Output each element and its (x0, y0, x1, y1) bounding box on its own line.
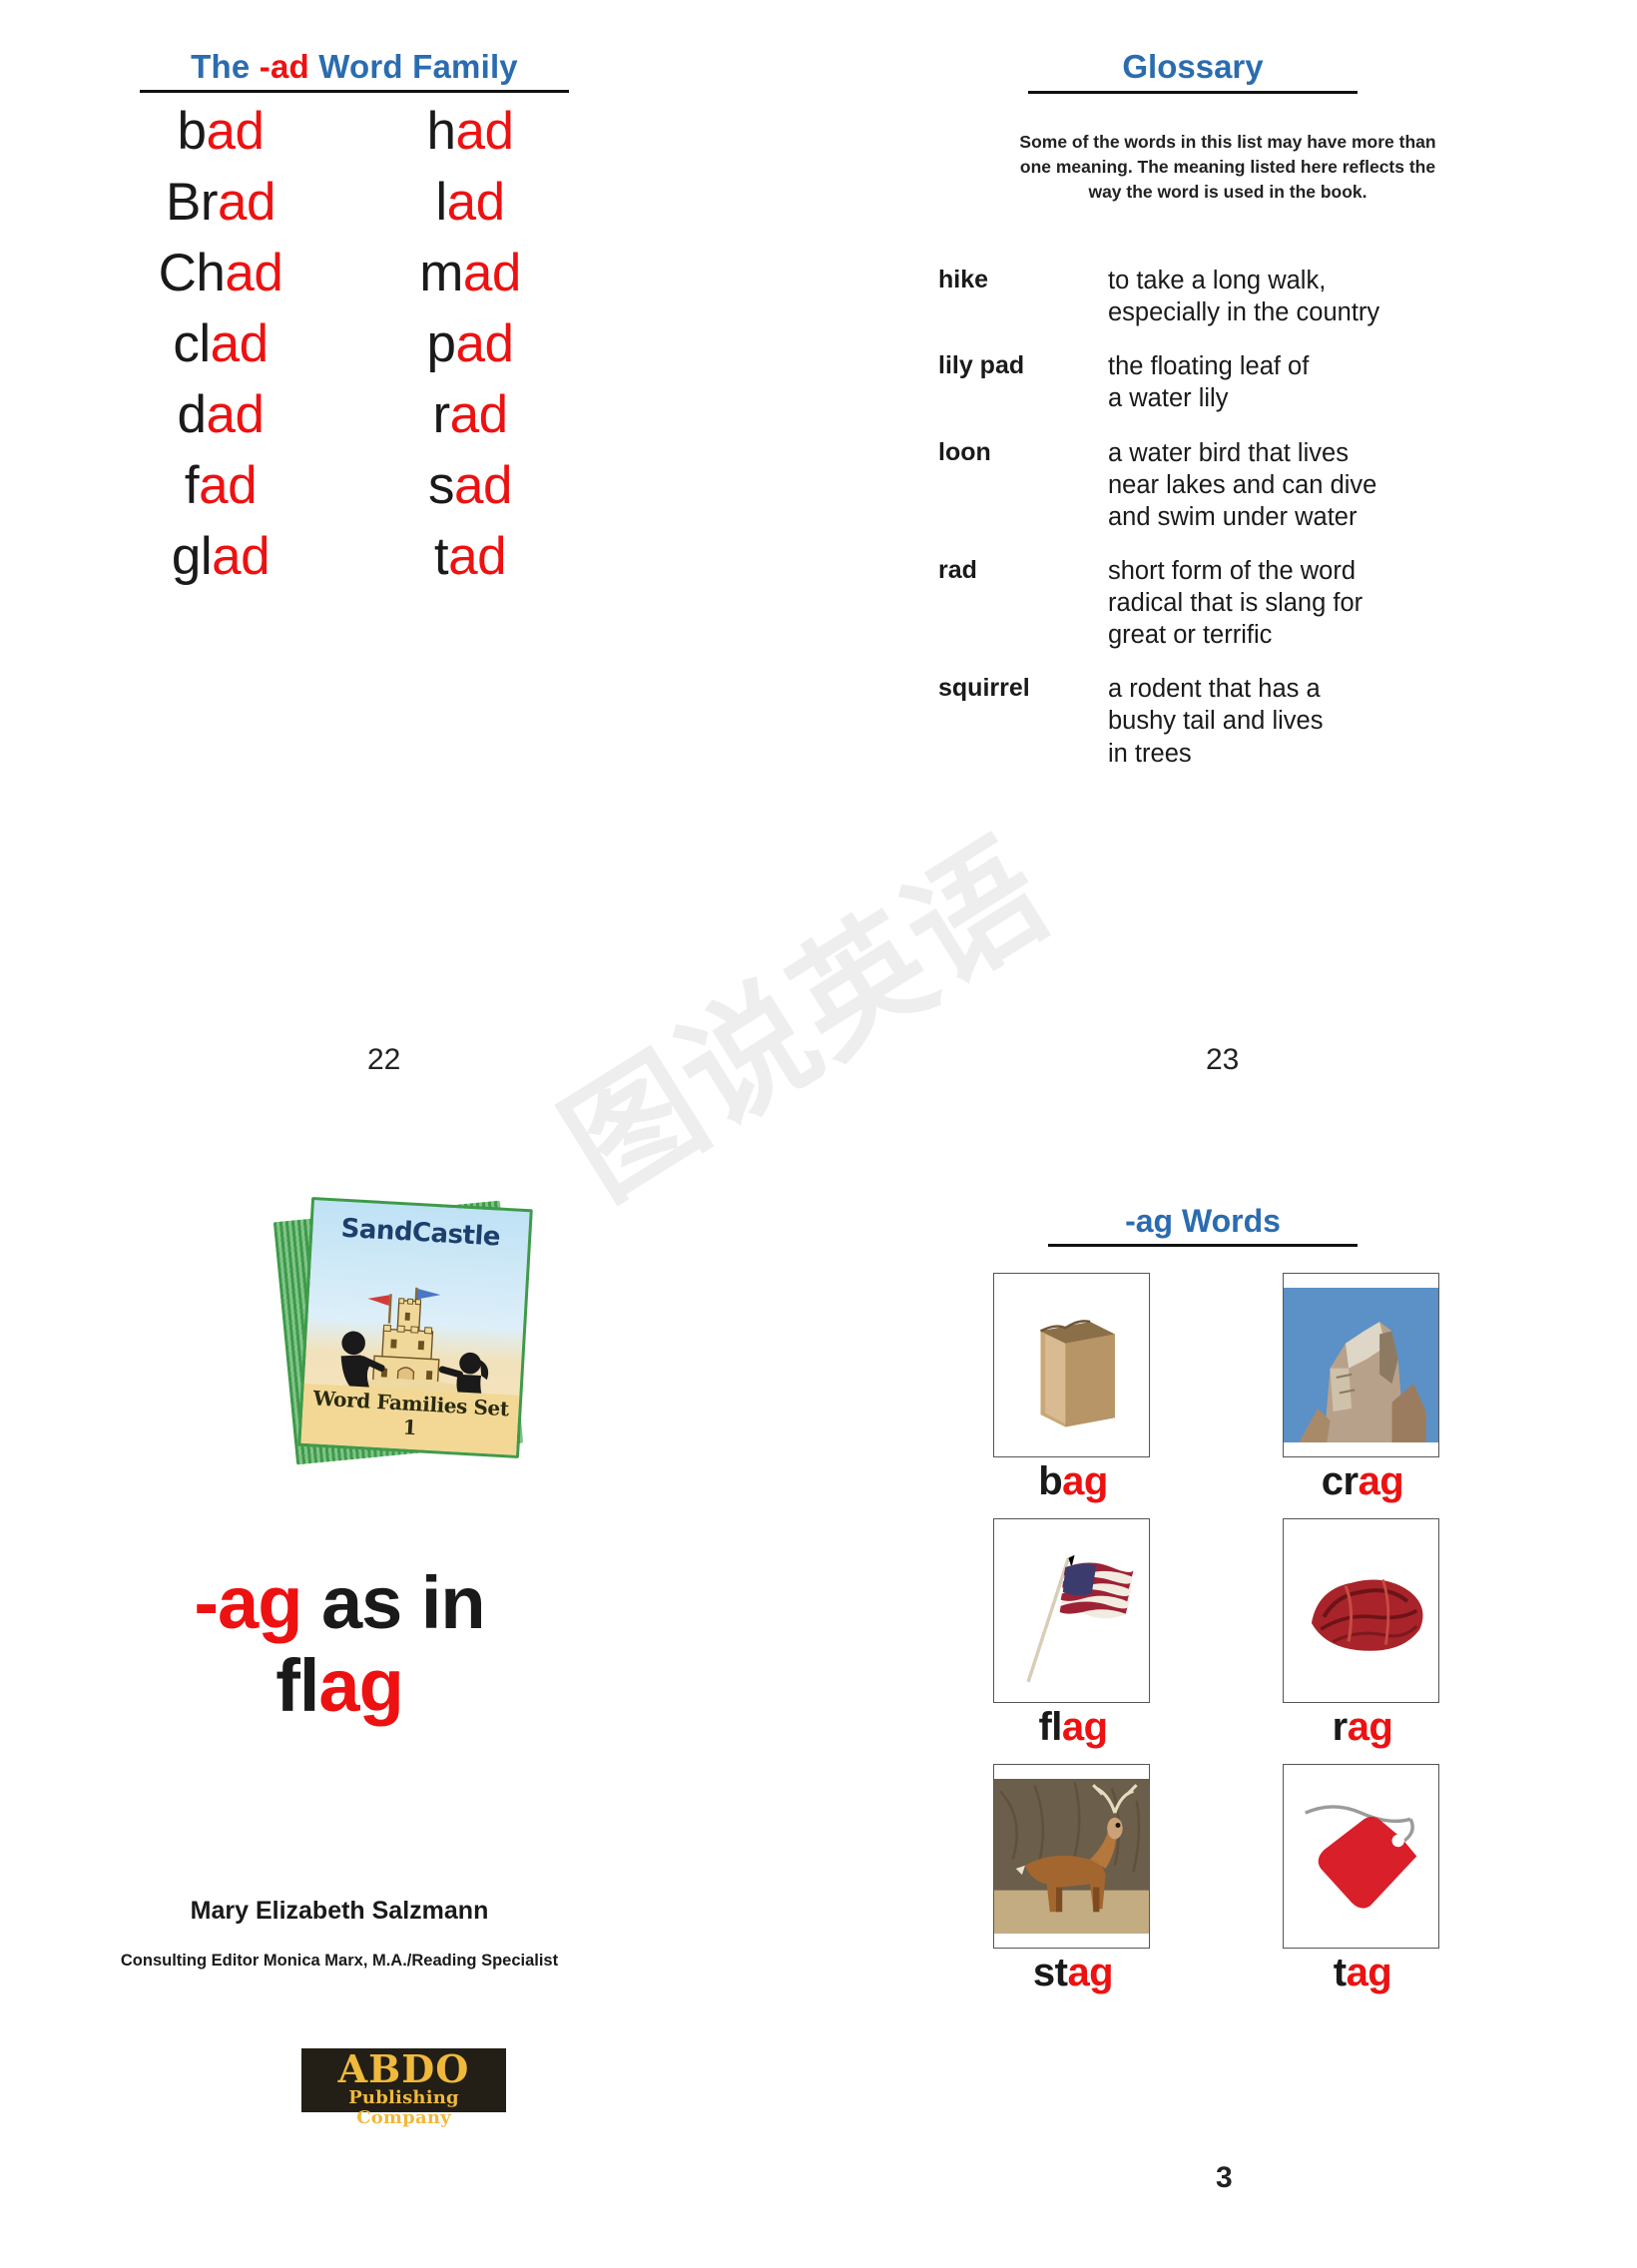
ad-word-Chad: Chad (158, 244, 283, 302)
ag-words-row: flag rag (993, 1517, 1442, 1750)
glossary-term: loon (938, 437, 991, 466)
cover-front-face: SandCastle Word Families Set 1 (297, 1196, 533, 1459)
ad-word-had: had (426, 102, 514, 161)
glossary-entry: loon a water bird that lives near lakes a… (938, 437, 1477, 533)
glossary-definition: a water bird that lives near lakes and c… (1108, 438, 1377, 531)
page-number-23: 23 (1206, 1043, 1240, 1076)
ad-word-family-title: The -ad Word Family (140, 48, 569, 93)
ag-word-label: crag (1321, 1459, 1404, 1503)
ad-word-clad: clad (173, 314, 269, 373)
glossary-title-text: Glossary (1122, 48, 1264, 85)
publisher-name: ABDO (337, 2046, 470, 2091)
ad-word-rad: rad (432, 385, 508, 444)
glossary-underline (1028, 91, 1358, 94)
ad-word-row: bad had (96, 96, 595, 167)
glossary-entry: hike to take a long walk, especially in t… (938, 265, 1477, 328)
rock-crag-photo (1283, 1273, 1439, 1457)
book-cover-thumbnail: SandCastle Word Families Set 1 (273, 1196, 534, 1467)
ad-word-dad: dad (177, 385, 265, 444)
watermark-text: 图说英语 (538, 814, 1074, 1228)
glossary-entry: rad short form of the word radical that i… (938, 555, 1477, 651)
ad-word-mad: mad (419, 244, 521, 302)
author-name: Mary Elizabeth Salzmann (190, 1897, 489, 1925)
ag-words-picture-grid: bag crag flag rag stag tag (993, 1273, 1442, 2008)
title-underline (140, 90, 569, 93)
glossary-definition: short form of the word radical that is s… (1108, 556, 1364, 650)
glossary-term: squirrel (938, 674, 1030, 703)
publisher-tagline: Publishing Company (348, 2087, 459, 2128)
ad-word-row: Brad lad (96, 167, 595, 238)
ad-word-row: clad pad (96, 308, 595, 379)
title-page-heading: -ag as in flag (194, 1561, 485, 1727)
ad-word-row: glad tad (96, 521, 595, 592)
ad-word-glad: glad (171, 527, 271, 586)
ag-word-cell-tag: tag (1283, 1763, 1442, 1995)
glossary-definition: to take a long walk, especially in the c… (1108, 267, 1380, 327)
page-number-3: 3 (1216, 2161, 1233, 2194)
ag-word-label: bag (1038, 1459, 1108, 1503)
ag-words-underline (1048, 1244, 1358, 1247)
glossary-term: hike (938, 266, 989, 293)
ag-words-row: stag tag (993, 1763, 1442, 1995)
ad-word-Brad: Brad (166, 173, 275, 232)
glossary-definition: a rodent that has a bushy tail and lives… (1108, 675, 1324, 768)
ag-word-cell-stag: stag (993, 1763, 1153, 1995)
page-number-22: 22 (367, 1043, 401, 1076)
ad-word-fad: fad (184, 456, 258, 515)
ad-word-row: Chad mad (96, 238, 595, 308)
red-price-tag-photo (1283, 1763, 1439, 1949)
paper-bag-photo (993, 1273, 1150, 1457)
ad-word-list: bad had Brad lad Chad mad clad pad dad rad fad sad g… (96, 96, 595, 592)
glossary-entry: squirrel a rodent that has a bushy tail a… (938, 673, 1477, 769)
glossary-entries: hike to take a long walk, especially in t… (938, 265, 1477, 792)
ag-words-title-text: -ag Words (1125, 1203, 1281, 1239)
glossary-term: lily pad (938, 351, 1025, 380)
american-flag-photo (993, 1517, 1150, 1703)
ad-word-bad: bad (177, 102, 265, 161)
ag-words-title: -ag Words (1048, 1203, 1358, 1247)
consulting-editor: Consulting Editor Monica Marx, M.A./Read… (120, 1952, 559, 1970)
ag-words-row: bag crag (993, 1273, 1442, 1504)
glossary-term: rad (938, 555, 977, 584)
abdo-publisher-logo: ABDO Publishing Company (301, 2046, 506, 2128)
ad-word-pad: pad (426, 314, 514, 373)
glossary-intro: Some of the words in this list may have … (1019, 132, 1436, 202)
ag-word-cell-flag: flag (993, 1517, 1153, 1750)
ad-word-row: fad sad (96, 450, 595, 521)
ad-word-lad: lad (435, 173, 505, 232)
stag-deer-photo (993, 1763, 1150, 1949)
glossary-definition: the floating leaf of a water lily (1108, 352, 1310, 413)
ag-word-cell-crag: crag (1283, 1273, 1442, 1504)
glossary-title: Glossary (1028, 48, 1358, 94)
glossary-entry: lily pad the floating leaf of a water lil… (938, 350, 1477, 414)
ad-word-tad: tad (433, 527, 507, 586)
ag-word-cell-rag: rag (1283, 1517, 1442, 1750)
ag-word-label: stag (1032, 1950, 1114, 1994)
red-rag-photo (1283, 1517, 1439, 1703)
ad-title-text: The -ad Word Family (191, 48, 518, 85)
cover-series-title: SandCastle (339, 1213, 501, 1253)
ad-word-sad: sad (428, 456, 512, 515)
ag-word-label: rag (1332, 1704, 1393, 1749)
ad-word-row: dad rad (96, 379, 595, 450)
ag-word-label: flag (1038, 1704, 1108, 1749)
ag-word-label: tag (1333, 1950, 1392, 1994)
ag-word-cell-bag: bag (993, 1273, 1153, 1504)
